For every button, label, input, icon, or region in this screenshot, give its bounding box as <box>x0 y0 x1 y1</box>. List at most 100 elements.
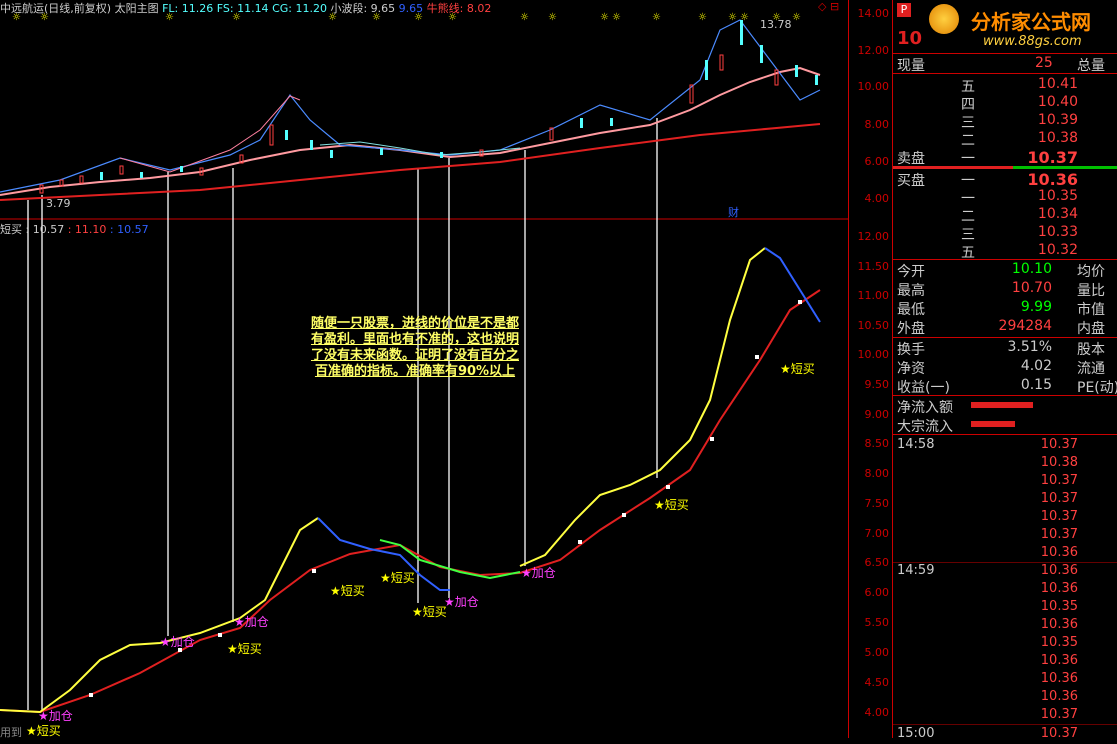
tick-price: 10.37 <box>1040 509 1078 524</box>
tick-price: 10.36 <box>1040 671 1078 686</box>
ask-level: 四 <box>961 97 975 113</box>
y-tick: 10.00 <box>857 348 890 361</box>
y-tick: 8.00 <box>864 467 890 480</box>
y-tick: 10.00 <box>857 80 890 93</box>
bid-level: 三 <box>961 227 975 243</box>
y-tick: 14.00 <box>857 7 890 20</box>
ask-row[interactable]: 五 10.41 <box>893 76 1117 95</box>
chart-corner-icons[interactable]: ◇ ⊟ <box>818 0 839 13</box>
small-wave-value: 小波段: 9.65 <box>330 2 396 15</box>
chart-header: 中远航运(日线,前复权) 太阳主图 FL: 11.26 FS: 11.14 CG… <box>0 0 491 16</box>
stat-row: 外盘 294284 内盘 <box>893 318 1117 337</box>
tick-price: 10.36 <box>1040 617 1078 632</box>
signal-label: ★短买 <box>380 571 415 585</box>
small-wave-value-2: 9.65 <box>398 2 424 15</box>
bid-row[interactable]: 二 10.34 <box>893 206 1117 225</box>
signal-label: ★加仓 <box>444 595 479 609</box>
bid-price: 10.35 <box>1037 188 1078 204</box>
signal-label: ★短买 <box>227 642 262 656</box>
sub-value-1: : 10.57 <box>25 223 65 236</box>
stat-value: 9.99 <box>1020 299 1052 315</box>
tick-time: 14:58 <box>897 437 935 452</box>
tick-price: 10.37 <box>1040 473 1078 488</box>
y-tick: 4.00 <box>864 192 890 205</box>
quote-panel: P 10 分析家公式网 www.88gs.com 现量 25 总量 五 10.41… <box>892 0 1117 741</box>
ask-price: 10.38 <box>1037 130 1078 146</box>
tick-price: 10.36 <box>1040 689 1078 704</box>
stat-label: 今开 <box>897 264 925 280</box>
tick-price: 10.36 <box>1040 581 1078 596</box>
bid-level: 二 <box>961 209 975 225</box>
ask-row[interactable]: 三 10.39 <box>893 112 1117 131</box>
volume-row: 现量 25 总量 <box>893 55 1117 74</box>
svg-text:☼: ☼ <box>652 12 661 23</box>
logo-flower-icon <box>929 4 959 34</box>
signal-label: ★加仓 <box>521 566 556 580</box>
sell-label: 卖盘 <box>897 151 925 167</box>
signal-lines <box>27 118 658 710</box>
stat-label: 最低 <box>897 302 925 318</box>
bid-row[interactable]: 三 10.33 <box>893 224 1117 243</box>
ask-price: 10.40 <box>1037 94 1078 110</box>
stat-row: 最高 10.70 量比 <box>893 280 1117 299</box>
now-volume-value: 25 <box>1035 55 1053 71</box>
y-tick: 12.00 <box>857 230 890 243</box>
logo-title: 分析家公式网 <box>971 10 1091 34</box>
annotation-note: 随便一只股票，进线的价位是不是都有盈利。里面也有不准的，这也说明了没有未来函数。… <box>310 316 519 379</box>
ask-level: 五 <box>961 79 975 95</box>
now-volume-label: 现量 <box>897 58 925 74</box>
y-tick: 5.00 <box>864 646 890 659</box>
sub-value-3: : 10.57 <box>109 223 149 236</box>
flow-row: 净流入额 <box>893 397 1117 416</box>
y-tick: 11.50 <box>857 260 890 273</box>
y-tick: 12.00 <box>857 44 890 57</box>
sub-header: 短买 : 10.57 : 11.10 : 10.57 <box>0 221 149 237</box>
ask-row[interactable]: 二 10.38 <box>893 130 1117 149</box>
bid-row[interactable]: 五 10.32 <box>893 242 1117 261</box>
stat-row: 收益(一) 0.15 PE(动) <box>893 377 1117 396</box>
bid-price: 10.32 <box>1037 242 1078 258</box>
svg-text:☼: ☼ <box>520 12 529 23</box>
signal-label: ★短买 <box>654 498 689 512</box>
ask-level: 二 <box>961 133 975 149</box>
svg-text:☼: ☼ <box>548 12 557 23</box>
bid-row[interactable]: 一 10.35 <box>893 188 1117 207</box>
bid-level: 一 <box>961 173 975 189</box>
stat-label-right: 股本 <box>1077 342 1105 358</box>
stat-label-right: 内盘 <box>1077 321 1105 337</box>
y-tick: 4.00 <box>864 706 890 719</box>
total-volume-label: 总量 <box>1077 58 1105 74</box>
tick-price: 10.35 <box>1040 599 1078 614</box>
signal-label: ★短买 <box>412 605 447 619</box>
svg-text:☼: ☼ <box>740 12 749 23</box>
block-inflow-bar <box>971 421 1015 427</box>
stat-row: 换手 3.51% 股本 <box>893 339 1117 358</box>
tick-price: 10.36 <box>1040 545 1078 560</box>
y-tick: 6.00 <box>864 586 890 599</box>
stat-row: 最低 9.99 市值 <box>893 299 1117 318</box>
stat-label: 收益(一) <box>897 380 950 396</box>
block-inflow-label: 大宗流入 <box>897 419 953 435</box>
cg-value: CG: 11.20 <box>272 2 327 15</box>
ask-row[interactable]: 四 10.40 <box>893 94 1117 113</box>
sub-value-2: : 11.10 <box>67 223 107 236</box>
svg-text:☼: ☼ <box>612 12 621 23</box>
y-tick: 9.50 <box>864 378 890 391</box>
logo-url: www.88gs.com <box>983 34 1082 49</box>
kline-chart[interactable]: ☼ ☼ ☼ ☼ ☼ ☼ ☼ ☼ ☼ ☼ ☼ ☼ ☼ ☼ ☼ ☼ ☼ ☼ 中远航运(日线,前复权) 太阳主… <box>0 0 848 739</box>
finance-marker[interactable]: 财 <box>728 204 739 220</box>
bid-price: 10.34 <box>1037 206 1078 222</box>
signal-label: ★短买 <box>26 724 61 738</box>
net-inflow-label: 净流入额 <box>897 400 953 416</box>
indicator-name: 太阳主图 <box>114 2 159 15</box>
tick-price: 10.37 <box>1040 437 1078 452</box>
stat-value: 294284 <box>998 318 1052 334</box>
bid-row[interactable]: 买盘 一 10.36 <box>893 170 1117 189</box>
stat-label-right: 流通 <box>1077 361 1105 377</box>
code-badge[interactable]: P <box>897 3 911 17</box>
ask-row[interactable]: 卖盘 一 10.37 <box>893 148 1117 167</box>
flow-row: 大宗流入 <box>893 416 1117 435</box>
price-axis: 14.00 12.00 10.00 8.00 6.00 4.00 12.00 1… <box>848 0 893 738</box>
sell-bar <box>893 166 1013 169</box>
signal-label: ★加仓 <box>38 709 73 723</box>
